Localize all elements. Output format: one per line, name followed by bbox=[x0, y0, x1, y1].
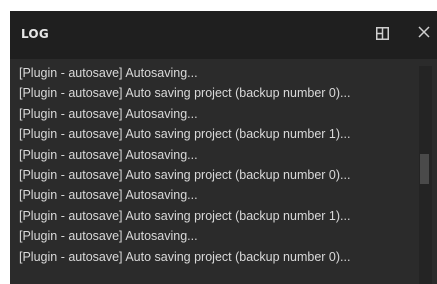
log-output: [Plugin - autosave] Autosaving... [Plugi… bbox=[19, 63, 405, 284]
log-line: [Plugin - autosave] Auto saving project … bbox=[19, 249, 351, 264]
panel-layout-icon[interactable] bbox=[376, 27, 389, 40]
panel-title: LOG bbox=[21, 27, 49, 41]
close-icon[interactable] bbox=[417, 25, 431, 39]
log-line: [Plugin - autosave] Auto saving project … bbox=[19, 208, 351, 223]
log-panel: LOG [Plugin - autosave] Autosaving... [P… bbox=[10, 11, 437, 284]
log-line: [Plugin - autosave] Auto saving project … bbox=[19, 167, 351, 182]
log-line: [Plugin - autosave] Autosaving... bbox=[19, 147, 198, 162]
log-line: [Plugin - autosave] Autosaving... bbox=[19, 106, 198, 121]
log-line: [Plugin - autosave] Autosaving... bbox=[19, 229, 198, 244]
log-line: [Plugin - autosave] Auto saving project … bbox=[19, 127, 351, 142]
panel-header: LOG bbox=[10, 11, 437, 59]
log-scrollbar[interactable] bbox=[419, 66, 432, 284]
scrollbar-thumb[interactable] bbox=[420, 154, 429, 184]
log-line: [Plugin - autosave] Auto saving project … bbox=[19, 86, 351, 101]
log-line: [Plugin - autosave] Autosaving... bbox=[19, 66, 198, 80]
log-line: [Plugin - autosave] Autosaving... bbox=[19, 188, 198, 203]
